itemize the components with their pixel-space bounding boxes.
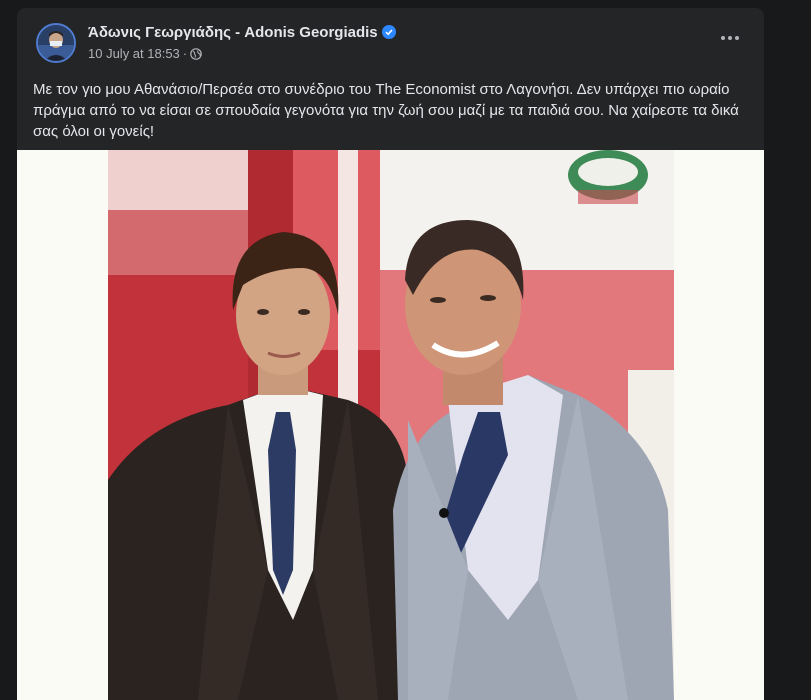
more-options-icon (721, 36, 725, 40)
post-caption: Με τον γιο μου Αθανάσιο/Περσέα στο συνέδ… (33, 81, 739, 140)
post-meta: 10 July at 18:53 · (88, 46, 202, 61)
post-photo-frame[interactable] (17, 150, 764, 700)
globe-icon[interactable] (190, 48, 202, 60)
more-options-icon (728, 36, 732, 40)
author-name-link[interactable]: Άδωνις Γεωργιάδης - Adonis Georgiadis (88, 24, 378, 41)
verified-badge-icon (381, 25, 396, 39)
more-options-icon (735, 36, 739, 40)
post-card: Άδωνις Γεωργιάδης - Adonis Georgiadis 10… (17, 8, 764, 700)
more-options-button[interactable] (714, 28, 746, 48)
post-photo[interactable] (108, 150, 674, 700)
post-timestamp[interactable]: 10 July at 18:53 (88, 46, 180, 61)
meta-separator: · (182, 46, 188, 61)
post-header: Άδωνις Γεωργιάδης - Adonis Georgiadis 10… (17, 8, 764, 70)
author-name-line: Άδωνις Γεωργιάδης - Adonis Georgiadis (88, 24, 396, 41)
author-avatar[interactable] (36, 23, 76, 63)
